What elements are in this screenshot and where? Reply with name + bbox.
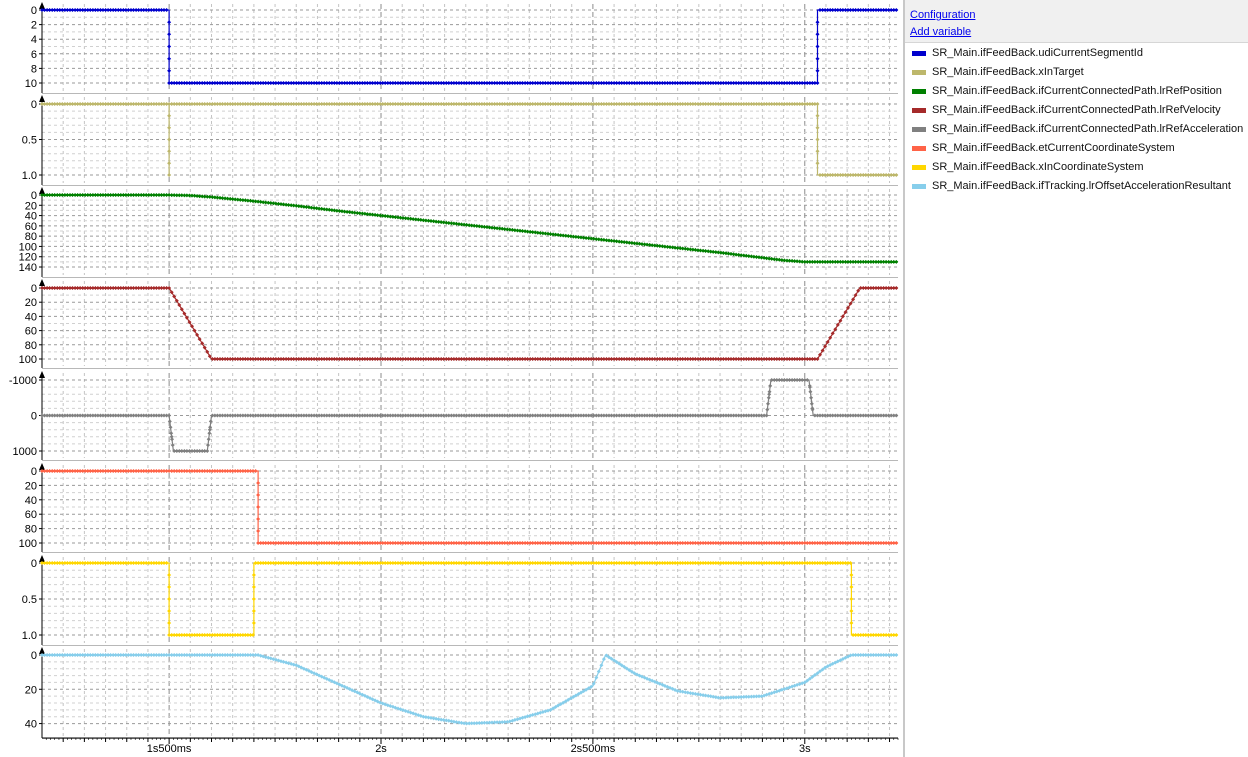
y-tick-label: 40	[25, 719, 37, 731]
legend-color-swatch	[912, 89, 926, 94]
legend-label: SR_Main.ifFeedBack.ifTracking.lrOffsetAc…	[932, 180, 1231, 192]
y-axis-arrow	[39, 2, 45, 9]
plot-panel[interactable]: 020406080100120140	[19, 187, 899, 278]
y-tick-label: 1000	[13, 446, 37, 458]
y-tick-label: 80	[25, 340, 37, 352]
plot-panel[interactable]: -1000 0 1000	[9, 371, 899, 461]
legend-item[interactable]: SR_Main.ifFeedBack.ifTracking.lrOffsetAc…	[905, 177, 1248, 196]
y-tick-label: 80	[25, 524, 37, 536]
y-tick-label: 1.0	[22, 630, 37, 642]
time-tick-label: 2s	[375, 743, 387, 755]
y-axis-arrow	[39, 371, 45, 378]
plot-panel[interactable]: 0 20 40 60 80 100	[19, 279, 899, 369]
y-tick-label: 100	[19, 354, 37, 366]
legend-label: SR_Main.ifFeedBack.etCurrentCoordinateSy…	[932, 142, 1175, 154]
plot-panel[interactable]: 0 20 40 60 80 100	[19, 463, 899, 553]
y-tick-label: 20	[25, 684, 37, 696]
plot-panel[interactable]: 0 20 40	[25, 647, 899, 739]
y-tick-label: 4	[31, 34, 37, 46]
y-axis-arrow	[39, 279, 45, 286]
y-tick-label: 20	[25, 480, 37, 492]
y-tick-label: 20	[25, 297, 37, 309]
time-tick-label: 2s500ms	[571, 743, 616, 755]
y-axis-arrow	[39, 187, 45, 194]
legend-label: SR_Main.ifFeedBack.ifCurrentConnectedPat…	[932, 123, 1244, 135]
y-tick-label: 0	[31, 99, 37, 111]
legend-color-swatch	[912, 184, 926, 189]
y-tick-label: 0	[31, 558, 37, 570]
variable-sidebar: Configuration Add variable SR_Main.ifFee…	[905, 0, 1248, 757]
legend-color-swatch	[912, 51, 926, 56]
y-axis-arrow	[39, 647, 45, 654]
y-tick-label: 2	[31, 20, 37, 32]
legend-color-swatch	[912, 70, 926, 75]
legend-color-swatch	[912, 108, 926, 113]
oscilloscope-svg[interactable]: 024681000.51.002040608010012014002040608…	[0, 0, 903, 757]
y-tick-label: 140	[19, 262, 37, 274]
y-tick-label: 0	[31, 5, 37, 17]
y-axis-arrow	[39, 555, 45, 562]
y-tick-label: 0	[31, 650, 37, 662]
y-axis-arrow	[39, 463, 45, 470]
legend-item[interactable]: SR_Main.ifFeedBack.xInCoordinateSystem	[905, 158, 1248, 177]
legend-label: SR_Main.ifFeedBack.ifCurrentConnectedPat…	[932, 104, 1221, 116]
y-tick-label: 0.5	[22, 135, 37, 147]
legend-color-swatch	[912, 165, 926, 170]
legend-item[interactable]: SR_Main.ifFeedBack.etCurrentCoordinateSy…	[905, 139, 1248, 158]
legend-item[interactable]: SR_Main.ifFeedBack.ifCurrentConnectedPat…	[905, 101, 1248, 120]
plot-panel[interactable]: 0 0.5 1.0	[22, 555, 899, 646]
y-tick-label: 40	[25, 311, 37, 323]
oscilloscope-chart-area[interactable]: 0 2 4 6 8 10 0 0.5 1.0 0 20 40 60 80 100 120 140 0 20 40 60 8…	[0, 0, 905, 757]
y-tick-label: 10	[25, 78, 37, 90]
time-tick-label: 3s	[799, 743, 811, 755]
legend-item[interactable]: SR_Main.ifFeedBack.ifCurrentConnectedPat…	[905, 82, 1248, 101]
plot-panel[interactable]: 0 2 4 6 8 10	[25, 2, 899, 94]
sidebar-toolbar: Configuration Add variable	[905, 0, 1248, 43]
time-tick-label: 1s500ms	[147, 743, 192, 755]
legend-label: SR_Main.ifFeedBack.udiCurrentSegmentId	[932, 47, 1143, 59]
add-variable-link[interactable]: Add variable	[910, 26, 971, 38]
y-tick-label: 0.5	[22, 594, 37, 606]
y-tick-label: -1000	[9, 375, 37, 387]
y-tick-label: 100	[19, 538, 37, 550]
plot-panel[interactable]: 0 0.5 1.0	[22, 95, 899, 186]
legend-label: SR_Main.ifFeedBack.xInTarget	[932, 66, 1084, 78]
legend-item[interactable]: SR_Main.ifFeedBack.udiCurrentSegmentId	[905, 44, 1248, 63]
configuration-link[interactable]: Configuration	[910, 9, 975, 21]
y-axis-arrow	[39, 95, 45, 102]
y-tick-label: 0	[31, 283, 37, 295]
y-tick-label: 60	[25, 509, 37, 521]
legend-item[interactable]: SR_Main.ifFeedBack.ifCurrentConnectedPat…	[905, 120, 1248, 139]
legend-color-swatch	[912, 127, 926, 132]
y-tick-label: 0	[31, 411, 37, 423]
y-tick-label: 8	[31, 63, 37, 75]
y-tick-label: 6	[31, 49, 37, 61]
variable-legend: SR_Main.ifFeedBack.udiCurrentSegmentId SR…	[905, 44, 1248, 196]
y-tick-label: 1.0	[22, 170, 37, 182]
legend-label: SR_Main.ifFeedBack.xInCoordinateSystem	[932, 161, 1144, 173]
legend-color-swatch	[912, 146, 926, 151]
legend-label: SR_Main.ifFeedBack.ifCurrentConnectedPat…	[932, 85, 1222, 97]
legend-item[interactable]: SR_Main.ifFeedBack.xInTarget	[905, 63, 1248, 82]
y-tick-label: 60	[25, 326, 37, 338]
y-tick-label: 0	[31, 466, 37, 478]
y-tick-label: 40	[25, 495, 37, 507]
